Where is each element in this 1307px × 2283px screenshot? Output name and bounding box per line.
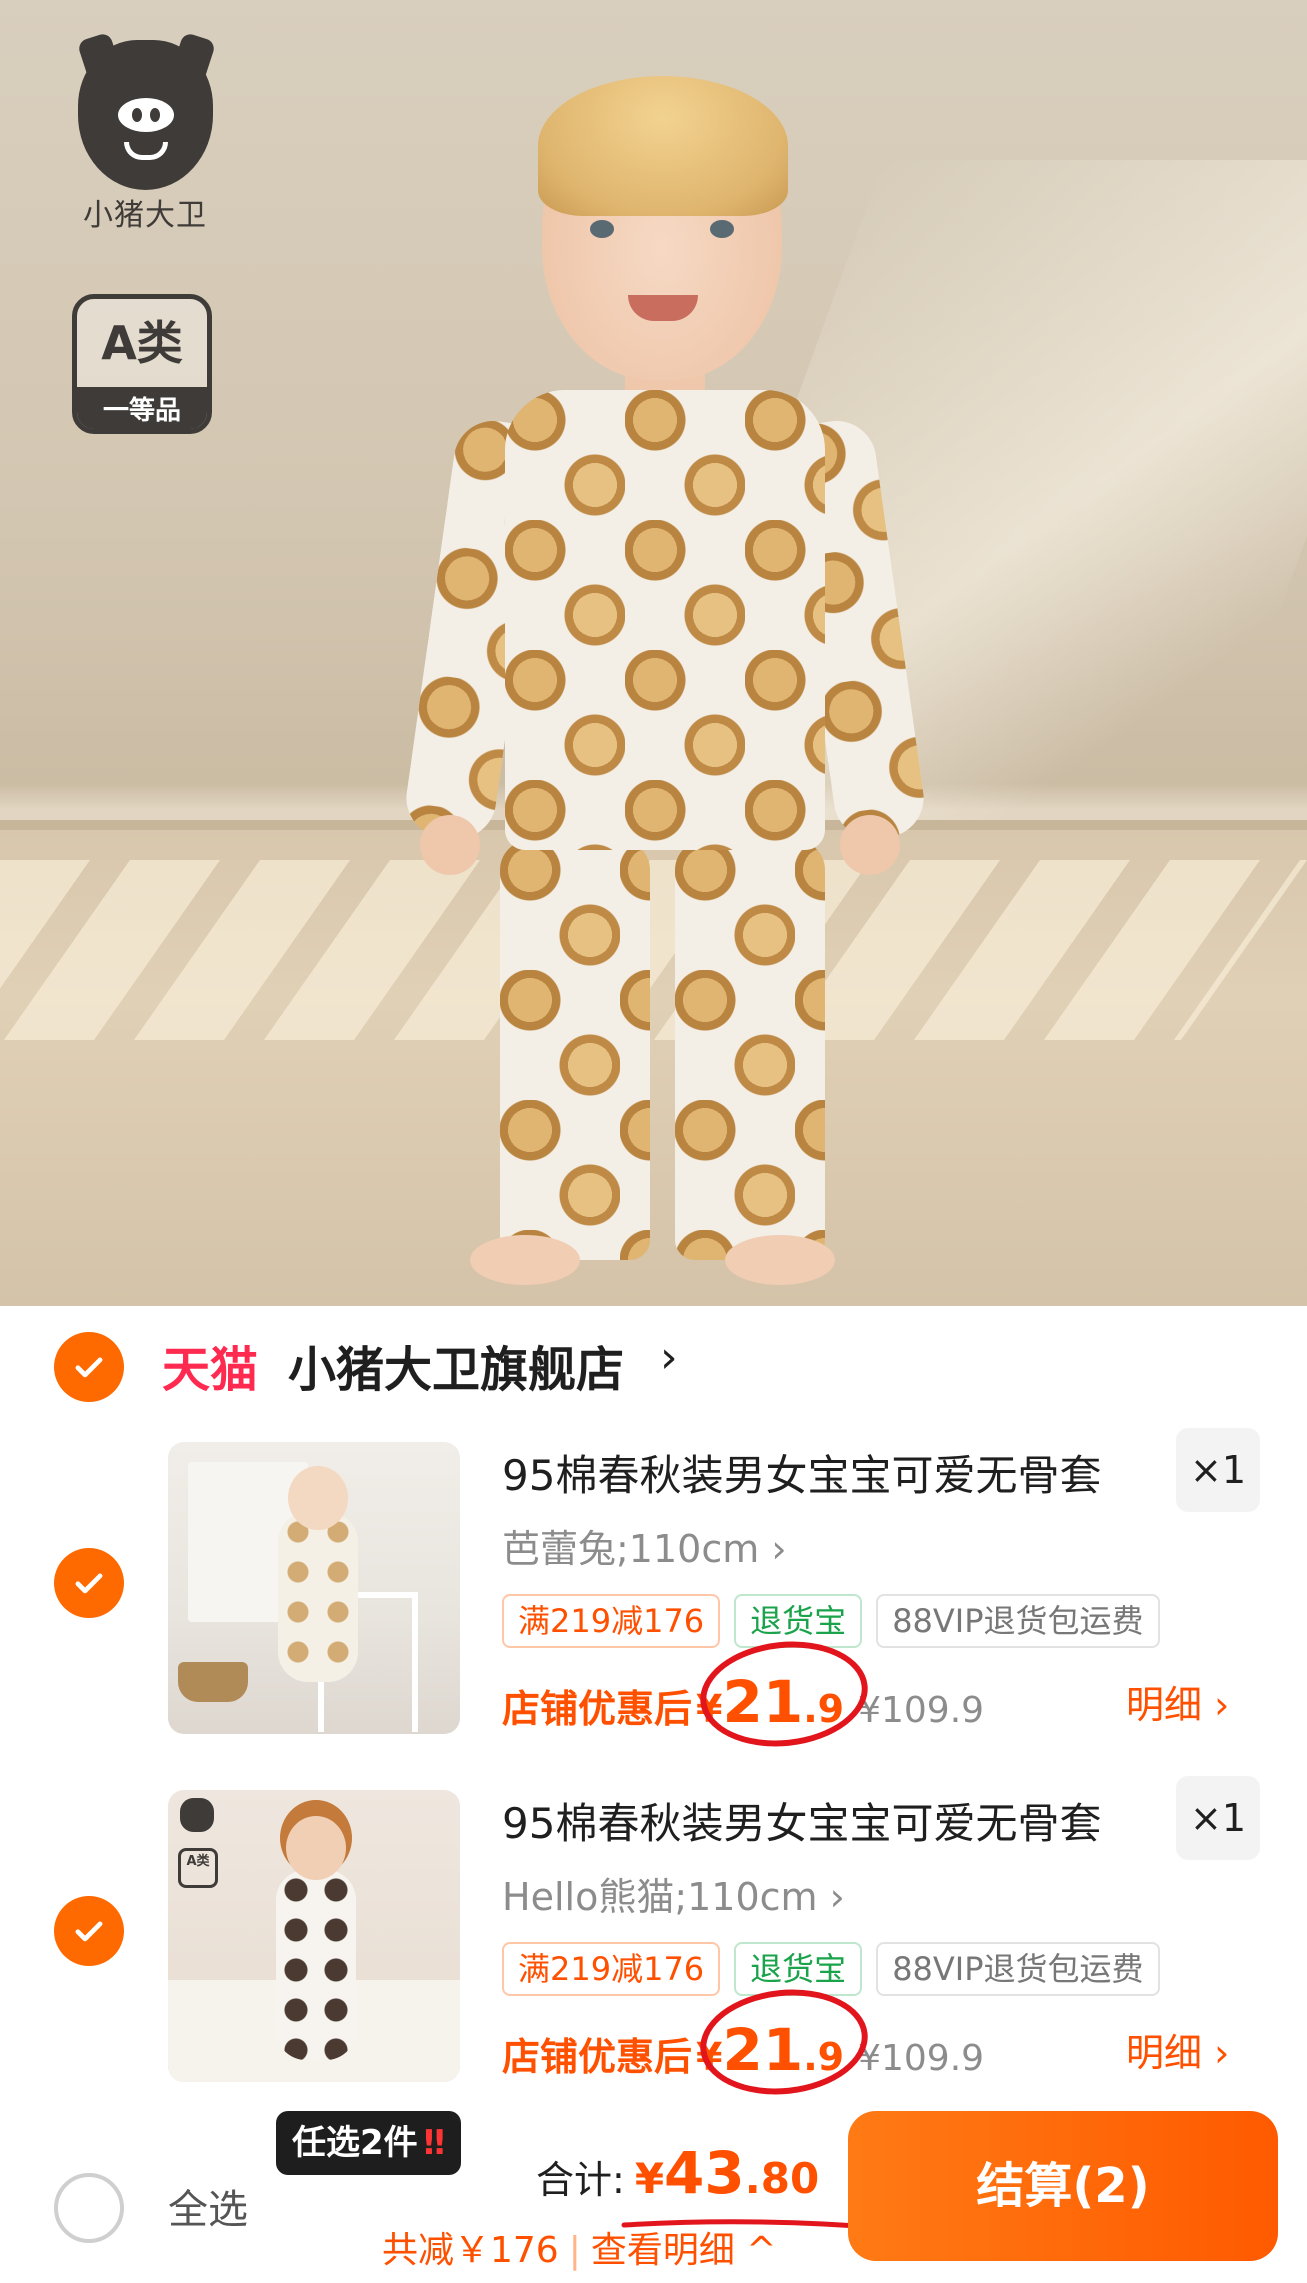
promo-chip: 任选2件 ‼ xyxy=(276,2111,461,2175)
thumb-model-head xyxy=(288,1466,348,1530)
price-integer: 21 xyxy=(722,2016,804,2084)
product-thumbnail[interactable] xyxy=(168,1442,460,1734)
grade-badge-class: A类 xyxy=(101,316,183,370)
view-details-link[interactable]: 查看明细 ^ xyxy=(591,2230,777,2271)
select-all-checkbox[interactable] xyxy=(54,2173,124,2243)
price-line: 店铺优惠后 ¥ 21 .9 ¥109.9 xyxy=(502,1668,984,1738)
eye xyxy=(710,220,734,238)
pajama-top xyxy=(505,390,825,850)
pig-snout xyxy=(118,98,174,132)
select-all-label[interactable]: 全选 xyxy=(168,2177,248,2235)
hand xyxy=(420,815,480,875)
thumb-model xyxy=(278,1512,358,1682)
promo-tags: 满219减176 退货宝 88VIP退货包运费 xyxy=(502,1942,1160,1996)
grade-badge: A类 一等品 xyxy=(72,294,212,434)
check-icon xyxy=(75,1921,103,1942)
brand-logo-text: 小猪大卫 xyxy=(83,198,207,233)
chevron-right-icon[interactable]: › xyxy=(660,1332,678,1383)
original-price: ¥109.9 xyxy=(858,2038,985,2079)
foot xyxy=(470,1235,580,1285)
price-after-discount-label: 店铺优惠后 xyxy=(502,1687,693,1731)
sku-selector[interactable]: Hello熊猫;110cm › xyxy=(502,1866,845,1921)
pig-logo-icon xyxy=(180,1798,214,1832)
return-insurance-tag: 退货宝 xyxy=(734,1594,863,1648)
product-thumbnail[interactable]: A类 xyxy=(168,1790,460,2082)
return-insurance-tag: 退货宝 xyxy=(734,1942,863,1996)
baby-hair xyxy=(538,76,788,216)
model-baby xyxy=(401,70,930,1285)
brand-logo: 小猪大卫 xyxy=(60,31,230,240)
vip-shipping-tag: 88VIP退货包运费 xyxy=(876,1942,1160,1996)
divider: | xyxy=(568,2230,581,2271)
price-decimal: .9 xyxy=(803,1687,845,1731)
eye xyxy=(590,220,614,238)
item-checkbox[interactable] xyxy=(54,1896,124,1966)
thumb-basket xyxy=(178,1662,248,1702)
currency-symbol: ¥ xyxy=(696,2035,723,2079)
quantity-button[interactable]: ×1 xyxy=(1176,1776,1260,1860)
hand xyxy=(840,815,900,875)
vip-shipping-tag: 88VIP退货包运费 xyxy=(876,1594,1160,1648)
price-after-discount-label: 店铺优惠后 xyxy=(502,2035,693,2079)
savings-summary[interactable]: 共减￥176 | 查看明细 ^ xyxy=(382,2221,776,2273)
promo-tags: 满219减176 退货宝 88VIP退货包运费 xyxy=(502,1594,1160,1648)
check-icon xyxy=(75,1573,103,1594)
store-header[interactable]: 天猫 小猪大卫旗舰店 › xyxy=(0,1306,1307,1426)
price-decimal: .9 xyxy=(803,2035,845,2079)
product-title[interactable]: 95棉春秋装男女宝宝可爱无骨套 xyxy=(502,1790,1142,1850)
tmall-logo: 天猫 xyxy=(162,1342,259,1398)
cart-panel: 天猫 小猪大卫旗舰店 › 95棉春秋装男女宝宝可爱无骨套 ×1 芭蕾兔;110c… xyxy=(0,1306,1307,2283)
price-detail-link[interactable]: 明细 › xyxy=(1126,2022,1229,2077)
savings-amount: 共减￥176 xyxy=(382,2230,559,2271)
cart-item: 95棉春秋装男女宝宝可爱无骨套 ×1 芭蕾兔;110cm › 满219减176 … xyxy=(0,1428,1307,1755)
discount-tag: 满219减176 xyxy=(502,1942,721,1996)
pajama-leg xyxy=(500,840,650,1260)
total-price: 合计: ¥ 43 .80 xyxy=(536,2139,819,2207)
product-hero-image: 小猪大卫 A类 一等品 xyxy=(0,0,1307,1306)
checkout-button[interactable]: 结算(2) xyxy=(848,2111,1278,2261)
thumb-model xyxy=(276,1870,356,2060)
total-currency: ¥ xyxy=(634,2154,665,2203)
store-name[interactable]: 小猪大卫旗舰店 xyxy=(288,1330,624,1400)
product-title[interactable]: 95棉春秋装男女宝宝可爱无骨套 xyxy=(502,1442,1142,1502)
pajama-leg xyxy=(675,840,825,1260)
foot xyxy=(725,1235,835,1285)
check-icon xyxy=(75,1357,103,1378)
item-checkbox[interactable] xyxy=(54,1548,124,1618)
price-line: 店铺优惠后 ¥ 21 .9 ¥109.9 xyxy=(502,2016,984,2086)
grade-badge-level: 一等品 xyxy=(77,387,207,429)
discount-tag: 满219减176 xyxy=(502,1594,721,1648)
total-label: 合计: xyxy=(536,2158,625,2202)
checkout-bar: 全选 任选2件 ‼ 合计: ¥ 43 .80 共减￥176 | 查看明细 ^ 结算(2… xyxy=(0,2103,1307,2283)
original-price: ¥109.9 xyxy=(858,1690,985,1731)
promo-chip-text: 任选2件 xyxy=(292,2123,418,2163)
price-detail-link[interactable]: 明细 › xyxy=(1126,1674,1229,1729)
thumb-model-head xyxy=(286,1816,346,1880)
double-exclamation-icon: ‼ xyxy=(423,2123,445,2163)
total-decimal: .80 xyxy=(744,2154,820,2203)
price-integer: 21 xyxy=(722,1668,804,1736)
mini-grade-badge: A类 xyxy=(178,1848,218,1888)
quantity-button[interactable]: ×1 xyxy=(1176,1428,1260,1512)
sku-selector[interactable]: 芭蕾兔;110cm › xyxy=(502,1518,787,1573)
currency-symbol: ¥ xyxy=(696,1687,723,1731)
total-integer: 43 xyxy=(664,2139,745,2207)
cart-item: A类 95棉春秋装男女宝宝可爱无骨套 ×1 Hello熊猫;110cm › 满2… xyxy=(0,1776,1307,2103)
store-checkbox[interactable] xyxy=(54,1332,124,1402)
